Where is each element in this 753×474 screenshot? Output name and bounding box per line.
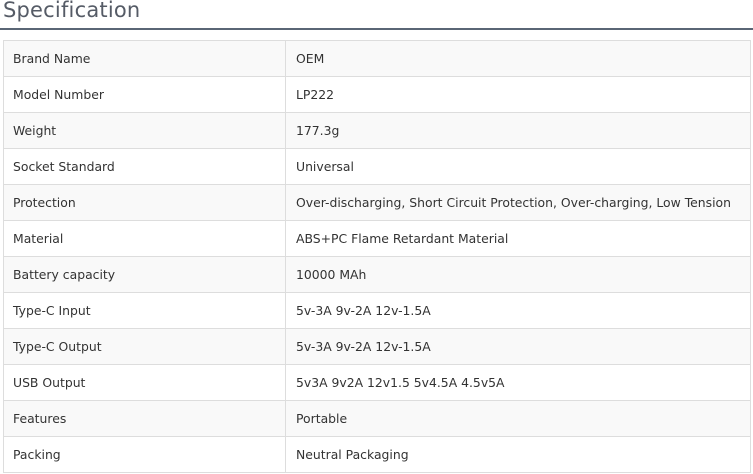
spec-value: LP222 <box>285 76 751 113</box>
spec-value: OEM <box>285 40 751 77</box>
spec-label: Brand Name <box>3 40 286 77</box>
spec-value: 5v-3A 9v-2A 12v-1.5A <box>285 328 751 365</box>
specification-header: Specification <box>0 0 753 30</box>
spec-label: Material <box>3 220 286 257</box>
table-row: Weight 177.3g <box>3 112 751 149</box>
spec-label: Socket Standard <box>3 148 286 185</box>
spec-label: Type-C Output <box>3 328 286 365</box>
table-row: Type-C Output 5v-3A 9v-2A 12v-1.5A <box>3 328 751 365</box>
spec-label: Model Number <box>3 76 286 113</box>
spec-value: 177.3g <box>285 112 751 149</box>
spec-label: Weight <box>3 112 286 149</box>
specification-table: Brand Name OEM Model Number LP222 Weight… <box>3 40 751 473</box>
section-title: Specification <box>3 0 141 22</box>
spec-value: Neutral Packaging <box>285 436 751 473</box>
spec-value: Universal <box>285 148 751 185</box>
spec-label: Type-C Input <box>3 292 286 329</box>
table-row: Protection Over-discharging, Short Circu… <box>3 184 751 221</box>
spec-label: Features <box>3 400 286 437</box>
spec-label: USB Output <box>3 364 286 401</box>
spec-label: Battery capacity <box>3 256 286 293</box>
spec-value: Over-discharging, Short Circuit Protecti… <box>285 184 751 221</box>
spec-value: Portable <box>285 400 751 437</box>
spec-value: 5v3A 9v2A 12v1.5 5v4.5A 4.5v5A <box>285 364 751 401</box>
table-row: Battery capacity 10000 MAh <box>3 256 751 293</box>
table-row: Brand Name OEM <box>3 40 751 77</box>
spec-label: Protection <box>3 184 286 221</box>
table-row: Model Number LP222 <box>3 76 751 113</box>
spec-label: Packing <box>3 436 286 473</box>
spec-value: 10000 MAh <box>285 256 751 293</box>
table-row: USB Output 5v3A 9v2A 12v1.5 5v4.5A 4.5v5… <box>3 364 751 401</box>
table-row: Material ABS+PC Flame Retardant Material <box>3 220 751 257</box>
table-row: Type-C Input 5v-3A 9v-2A 12v-1.5A <box>3 292 751 329</box>
table-row: Socket Standard Universal <box>3 148 751 185</box>
table-row: Packing Neutral Packaging <box>3 436 751 473</box>
spec-value: 5v-3A 9v-2A 12v-1.5A <box>285 292 751 329</box>
table-row: Features Portable <box>3 400 751 437</box>
spec-value: ABS+PC Flame Retardant Material <box>285 220 751 257</box>
